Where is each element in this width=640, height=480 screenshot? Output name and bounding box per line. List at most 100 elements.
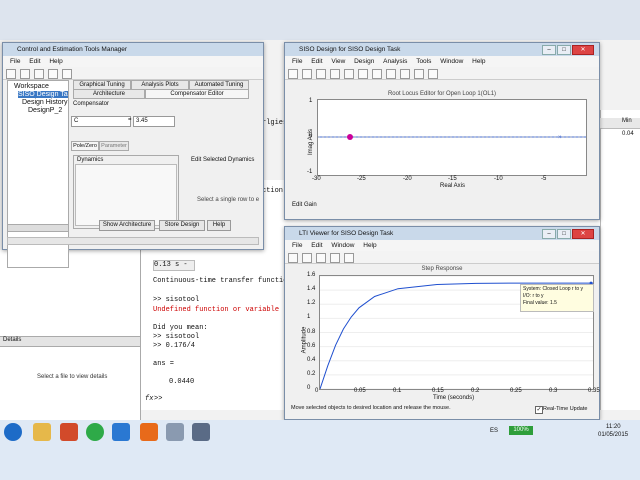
cmd-line: >> 0.176/4 [153, 342, 196, 350]
cmd-line: >> sisotool [153, 333, 200, 341]
tree-item-design[interactable]: DesignP_2 [28, 107, 68, 114]
tree-item-workspace[interactable]: Workspace [14, 83, 68, 90]
step-xtick: 0.2 [471, 388, 480, 394]
close-icon[interactable]: ✕ [572, 45, 594, 55]
step-xtick: 0.25 [510, 388, 522, 394]
minimize-icon[interactable]: – [542, 45, 556, 55]
step-xlabel: Time (seconds) [433, 395, 475, 401]
dynamics-label: Dynamics [77, 157, 104, 163]
clock-date[interactable]: 01/05/2015 [598, 432, 628, 438]
tree-scrollbar[interactable] [7, 224, 69, 232]
matlab-icon[interactable] [140, 423, 158, 441]
menu-edit[interactable]: Edit [29, 58, 40, 65]
help-icon[interactable] [428, 69, 438, 79]
save-app-icon[interactable] [192, 423, 210, 441]
save-icon[interactable] [20, 69, 30, 79]
closed-loop-pole[interactable] [347, 134, 353, 140]
rl-ytick: -1 [307, 169, 313, 175]
add-pole-icon[interactable] [302, 69, 312, 79]
erase-icon[interactable] [372, 69, 382, 79]
zoom-out-icon[interactable] [400, 69, 410, 79]
clock-time[interactable]: 11:20 [606, 424, 621, 430]
step-xtick: 0.1 [393, 388, 402, 394]
dynamics-table[interactable] [75, 164, 177, 226]
show-architecture-button[interactable]: Show Architecture [99, 220, 155, 231]
siso-titlebar[interactable]: SISO Design for SISO Design Task – □ ✕ [285, 43, 599, 56]
step-ylabel: Amplitude [301, 326, 308, 354]
step-xtick: 0.35 [588, 388, 600, 394]
app-icon[interactable] [166, 423, 184, 441]
cmd-line: Continuous-time transfer function. [153, 277, 296, 285]
rl-ytick: 1 [309, 98, 313, 104]
zoom-in-icon[interactable] [386, 69, 396, 79]
menu-tools[interactable]: Tools [416, 58, 431, 65]
compensator-select[interactable]: C [71, 116, 131, 127]
maximize-icon[interactable]: □ [557, 45, 571, 55]
help-button[interactable]: Help [207, 220, 231, 231]
cmd-prompt[interactable]: >> [154, 395, 162, 403]
menu-window[interactable]: Window [440, 58, 463, 65]
realtime-label: Real-Time Update [543, 406, 588, 412]
compensator-gain-input[interactable]: 3.45 [133, 116, 175, 127]
chrome-icon[interactable] [86, 423, 104, 441]
battery-indicator[interactable]: 100% [509, 426, 533, 435]
menu-analysis[interactable]: Analysis [383, 58, 407, 65]
cmd-line: Did you mean: [153, 324, 208, 332]
rl-ytick: 0 [309, 133, 313, 139]
add-lag-icon[interactable] [344, 69, 354, 79]
redo-icon[interactable] [48, 69, 58, 79]
step-ytick: 0.6 [307, 342, 316, 349]
cetm-window: Control and Estimation Tools Manager Fil… [2, 42, 264, 268]
step-ytick: 1.6 [307, 272, 316, 278]
explorer-icon[interactable] [33, 423, 51, 441]
step-xtick: 0.05 [354, 388, 366, 394]
lang-indicator[interactable]: ES [490, 428, 498, 434]
step-axis-labels: 1.6 1.4 1.2 1 0.8 0.6 0.4 0.2 0 0 0.05 0.1 0.15 0.2 0.… [285, 227, 600, 419]
menu-help[interactable]: Help [472, 58, 485, 65]
tab-architecture[interactable]: Architecture [73, 89, 145, 99]
start-icon[interactable] [4, 423, 22, 441]
tree-item-siso[interactable]: SISO Design Ta [18, 91, 68, 98]
undo-icon[interactable] [34, 69, 44, 79]
cmd-box-text: 0.13 s - [154, 261, 188, 269]
tab-parameter[interactable]: Parameter [99, 141, 129, 151]
rl-xtick: -10 [494, 176, 503, 182]
menu-edit[interactable]: Edit [311, 58, 322, 65]
cmd-line: 0.0440 [169, 378, 195, 386]
step-ytick: 1 [307, 314, 311, 321]
menu-file[interactable]: File [292, 58, 302, 65]
siso-menubar: File Edit View Design Analysis Tools Win… [285, 56, 599, 67]
tab-pole-zero[interactable]: Pole/Zero [71, 141, 99, 151]
cmd-error: Undefined function or variable 'si [153, 306, 296, 314]
select-icon[interactable] [288, 69, 298, 79]
step-ytick: 0.8 [307, 328, 316, 335]
add-lead-icon[interactable] [330, 69, 340, 79]
store-design-button[interactable]: Store Design [159, 220, 205, 231]
edit-dynamics-label: Edit Selected Dynamics [191, 157, 255, 163]
step-xtick: 0.3 [549, 388, 558, 394]
tab-compensator-editor[interactable]: Compensator Editor [145, 89, 249, 99]
compensator-label: Compensator [73, 101, 110, 107]
tree-item-history[interactable]: Design History [22, 99, 68, 106]
add-zero-icon[interactable] [316, 69, 326, 79]
current-folder-panel [0, 250, 141, 420]
rl-xtick: -5 [541, 176, 547, 182]
media-icon[interactable] [60, 423, 78, 441]
root-locus-plot[interactable]: × [317, 99, 587, 176]
menu-view[interactable]: View [331, 58, 345, 65]
cetm-titlebar[interactable]: Control and Estimation Tools Manager [3, 43, 263, 56]
realtime-checkbox[interactable]: ✓ [535, 406, 543, 414]
menu-design[interactable]: Design [354, 58, 374, 65]
pan-icon[interactable] [414, 69, 424, 79]
menu-file[interactable]: File [10, 58, 20, 65]
add-notch-icon[interactable] [358, 69, 368, 79]
menu-help[interactable]: Help [49, 58, 62, 65]
cmd-line: >> sisotool [153, 296, 200, 304]
ie-icon[interactable] [112, 423, 130, 441]
rl-xtick: -25 [357, 176, 366, 182]
rl-pole-marker: × [558, 135, 562, 141]
cetm-menubar: File Edit Help [3, 56, 263, 67]
step-ytick: 0.2 [307, 370, 316, 377]
open-icon[interactable] [6, 69, 16, 79]
help-icon[interactable] [62, 69, 72, 79]
